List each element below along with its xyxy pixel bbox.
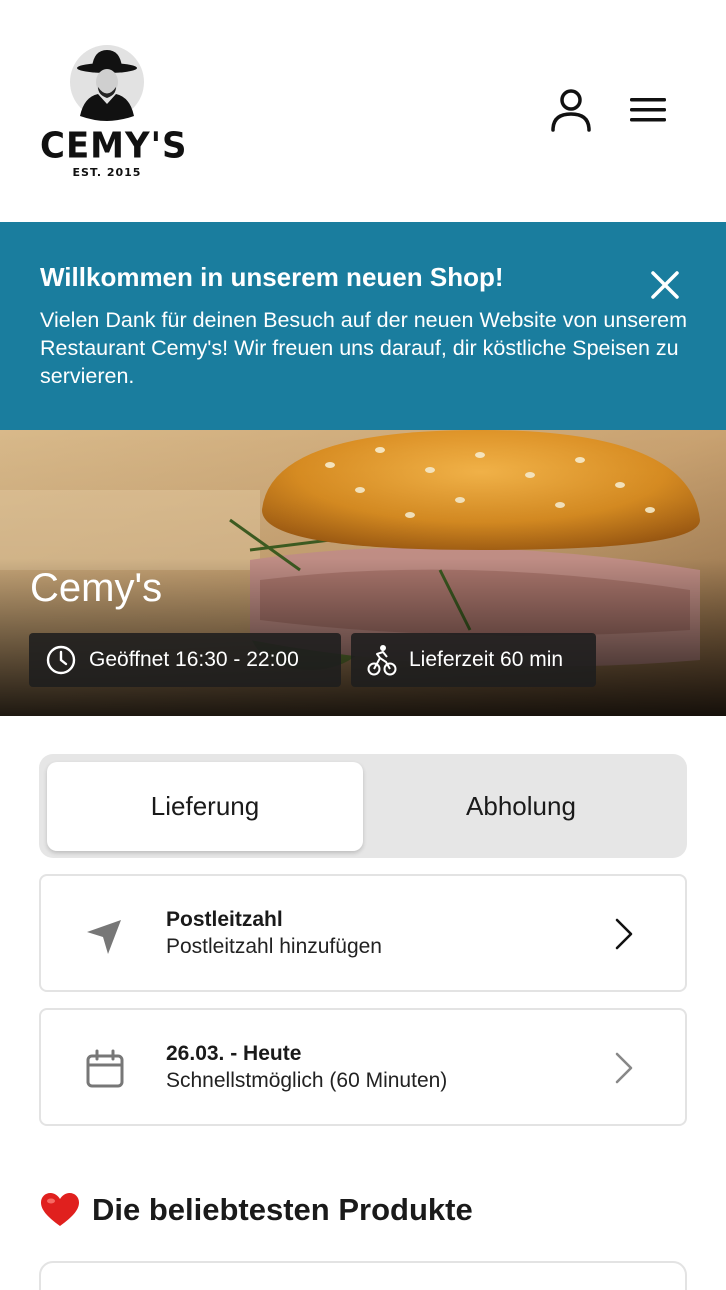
delivery-date-card[interactable]: 26.03. - Heute Schnellstmöglich (60 Minu… xyxy=(39,1008,687,1126)
delivery-date-title: 26.03. - Heute xyxy=(166,1042,302,1065)
banner-text: Vielen Dank für deinen Besuch auf der ne… xyxy=(40,308,688,388)
chevron-right-icon xyxy=(615,1052,633,1084)
postal-code-title: Postleitzahl xyxy=(166,908,283,931)
postal-code-subtitle: Postleitzahl hinzufügen xyxy=(166,935,382,958)
delivery-time-text: Lieferzeit 60 min xyxy=(409,648,564,671)
logo-portrait xyxy=(70,45,144,121)
restaurant-name: Cemy's xyxy=(30,566,163,610)
navigation-arrow-icon xyxy=(87,920,121,954)
popular-products-title: Die beliebtesten Produkte xyxy=(92,1192,473,1227)
logo-wordmark: CEMY'S xyxy=(40,125,188,167)
calendar-icon xyxy=(86,1049,124,1088)
order-mode-toggle: Lieferung Abholung xyxy=(39,754,687,858)
product-card[interactable] xyxy=(39,1261,687,1290)
popular-products-heading: Die beliebtesten Produkte xyxy=(40,1192,473,1228)
postal-code-card[interactable]: Postleitzahl Postleitzahl hinzufügen xyxy=(39,874,687,992)
chevron-right-icon xyxy=(615,918,633,950)
header: CEMY'S EST. 2015 xyxy=(0,0,726,222)
clock-icon xyxy=(46,645,76,675)
heart-icon xyxy=(41,1193,79,1226)
close-icon[interactable] xyxy=(648,268,682,302)
hero-image: Cemy's Geöffnet 16:30 - 22:00 Lieferzeit… xyxy=(0,430,726,716)
tab-delivery[interactable]: Lieferung xyxy=(47,762,363,851)
welcome-banner: Willkommen in unserem neuen Shop! Vielen… xyxy=(0,222,726,430)
tab-pickup[interactable]: Abholung xyxy=(363,762,679,851)
hamburger-menu-icon[interactable] xyxy=(628,94,668,126)
delivery-time-badge: Lieferzeit 60 min xyxy=(351,633,596,687)
cemys-logo[interactable]: CEMY'S EST. 2015 xyxy=(40,42,188,182)
logo-established: EST. 2015 xyxy=(72,166,142,179)
opening-hours-badge: Geöffnet 16:30 - 22:00 xyxy=(29,633,341,687)
user-icon[interactable] xyxy=(549,88,593,134)
delivery-date-subtitle: Schnellstmöglich (60 Minuten) xyxy=(166,1069,448,1092)
banner-title: Willkommen in unserem neuen Shop! xyxy=(40,262,504,292)
bicycle-icon xyxy=(367,645,397,676)
opening-hours-text: Geöffnet 16:30 - 22:00 xyxy=(89,648,299,671)
